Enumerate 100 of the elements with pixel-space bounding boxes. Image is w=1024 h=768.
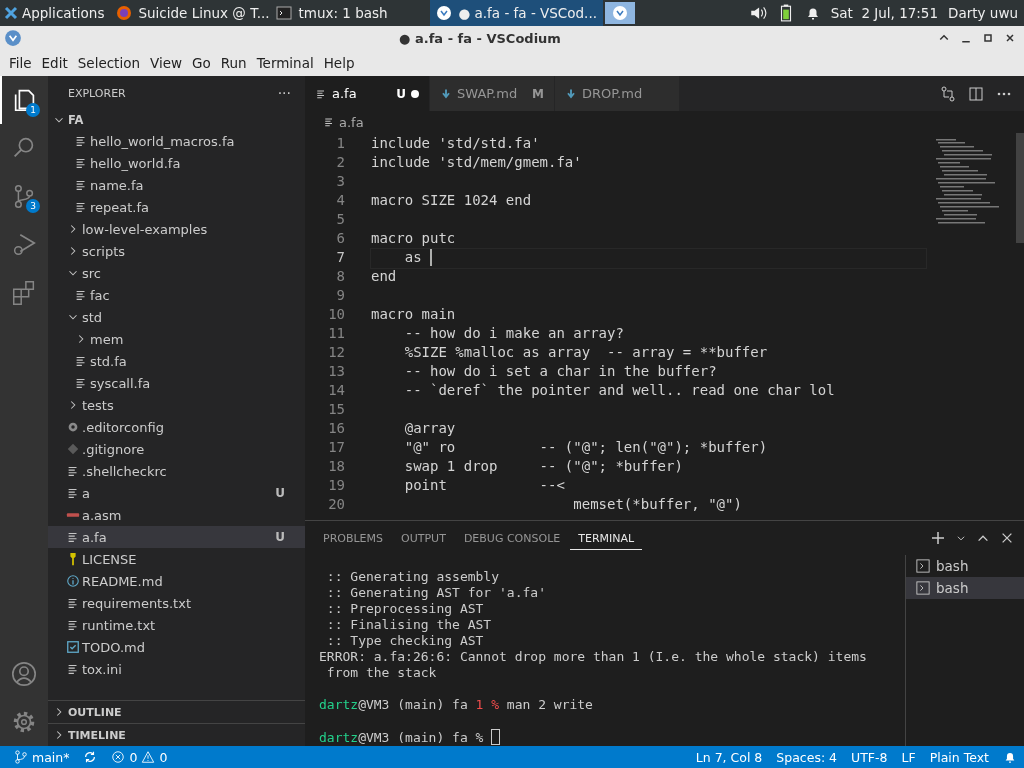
file-tree-item[interactable]: repeat.fa <box>48 196 305 218</box>
terminal-instance[interactable]: bash <box>906 577 1024 599</box>
file-tree-item[interactable]: README.md <box>48 570 305 592</box>
account-icon[interactable] <box>10 660 38 688</box>
more-actions-button[interactable]: ··· <box>277 85 291 101</box>
file-tree-item[interactable]: requirements.txt <box>48 592 305 614</box>
download-arrow-icon <box>565 87 577 100</box>
terminal-line: from the stack <box>325 665 437 680</box>
breadcrumb[interactable]: a.fa <box>339 114 364 130</box>
editor-tab[interactable]: SWAP.md M <box>430 76 555 111</box>
code-line: -- `deref` the pointer and well.. read one char lol <box>403 382 835 400</box>
file-tree-item[interactable]: hello_world.fa <box>48 152 305 174</box>
file-tree-item[interactable]: a.fa U <box>48 526 305 548</box>
code-line: %SIZE %malloc as array -- array = **buffer <box>403 344 768 362</box>
line-number: 6 <box>335 230 346 248</box>
editor-tab[interactable]: DROP.md <box>555 76 680 111</box>
file-tree-item[interactable]: low-level-examples <box>48 218 305 240</box>
code-line: memset(*buffer, "@") <box>572 496 742 514</box>
panel-tab[interactable]: OUTPUT <box>393 526 454 550</box>
file-tree-item[interactable]: syscall.fa <box>48 372 305 394</box>
line-number: 5 <box>335 211 346 229</box>
compare-icon[interactable] <box>940 85 956 102</box>
code-line: macro SIZE 1024 end <box>371 192 532 210</box>
taskbar-window[interactable]: ● a.fa - fa - VSCod... <box>430 0 603 26</box>
taskbar-window[interactable]: Suicide Linux @ T... <box>110 0 271 26</box>
lines-icon <box>66 596 80 610</box>
lines-icon <box>66 464 80 478</box>
branch-indicator[interactable]: main* <box>0 749 77 765</box>
file-tree-item[interactable]: a U <box>48 482 305 504</box>
terminal-line: :: Generating AST for 'a.fa' <box>325 585 546 600</box>
clock[interactable]: Sat 2 Jul, 17:51 <box>830 5 939 21</box>
applications-menu[interactable]: Applications <box>0 5 111 21</box>
file-tree-item[interactable]: mem <box>48 328 305 350</box>
section-header[interactable]: OUTLINE <box>48 700 305 723</box>
restore-icon[interactable] <box>982 32 994 44</box>
status-item[interactable]: UTF-8 <box>844 749 895 765</box>
status-item[interactable]: Ln 7, Col 8 <box>688 749 770 765</box>
plus-icon[interactable] <box>930 530 946 546</box>
terminal-line: dartz@VM3 (main) fa % <box>319 730 501 745</box>
line-number: 2 <box>335 154 346 172</box>
unsaved-dot <box>411 89 419 98</box>
user-name[interactable]: Darty uwu <box>948 5 1018 21</box>
file-tree-item[interactable]: src <box>48 262 305 284</box>
menu-item[interactable]: File <box>4 55 37 71</box>
close-icon[interactable] <box>1004 32 1016 44</box>
sync-icon[interactable] <box>83 750 98 764</box>
terminal-instance[interactable]: bash <box>906 555 1024 577</box>
status-item[interactable]: LF <box>894 749 923 765</box>
panel-tab[interactable]: TERMINAL <box>570 526 643 550</box>
lines-icon <box>323 116 335 128</box>
menu-item[interactable]: Selection <box>72 55 145 71</box>
file-tree-item[interactable]: std <box>48 306 305 328</box>
terminal-line: :: Type checking AST <box>325 633 484 648</box>
line-number: 4 <box>335 192 346 210</box>
problems-indicator[interactable]: 0 0 <box>104 749 175 765</box>
file-tree-item[interactable]: runtime.txt <box>48 614 305 636</box>
terminal-icon <box>276 5 293 21</box>
close-icon[interactable] <box>1000 531 1014 545</box>
file-tree-item[interactable]: TODO.md <box>48 636 305 658</box>
code-line: macro main <box>371 306 456 324</box>
panel-tab[interactable]: DEBUG CONSOLE <box>455 526 569 550</box>
chevron-down-icon[interactable] <box>956 533 966 543</box>
file-tree-item[interactable]: tests <box>48 394 305 416</box>
file-tree-item[interactable]: .gitignore <box>48 438 305 460</box>
volume-icon[interactable] <box>748 4 767 22</box>
terminal-icon <box>916 581 930 595</box>
file-tree-item[interactable]: .shellcheckrc <box>48 460 305 482</box>
taskbar-window[interactable]: tmux: 1 bash <box>270 0 431 26</box>
file-tree-item[interactable]: .editorconfig <box>48 416 305 438</box>
panel-tab[interactable]: PROBLEMS <box>315 526 392 550</box>
status-item[interactable]: Spaces: 4 <box>769 749 845 765</box>
count-badge: 3 <box>26 199 40 213</box>
menu-item[interactable]: Help <box>318 55 360 71</box>
sidebar-title: EXPLORER <box>68 86 126 100</box>
line-number: 13 <box>327 363 346 381</box>
file-tree-item[interactable]: fac <box>48 284 305 306</box>
lines-icon <box>74 134 88 148</box>
menu-item[interactable]: Edit <box>36 55 73 71</box>
file-tree-item[interactable]: a.asm <box>48 504 305 526</box>
menu-item[interactable]: View <box>144 55 187 71</box>
file-tree-item[interactable]: hello_world_macros.fa <box>48 130 305 152</box>
folder-header[interactable]: FA <box>48 110 305 130</box>
file-tree-item[interactable]: LICENSE <box>48 548 305 570</box>
file-tree-item[interactable]: std.fa <box>48 350 305 372</box>
editor-tab[interactable]: a.fa U <box>305 76 430 111</box>
terminal-icon <box>916 559 930 573</box>
lines-icon <box>66 530 80 544</box>
file-tree-item[interactable]: scripts <box>48 240 305 262</box>
menu-item[interactable]: Run <box>215 55 252 71</box>
code-line: swap 1 drop -- ("@"; *buffer) <box>403 458 683 476</box>
activity-bar-item[interactable]: 3 <box>0 172 48 220</box>
file-tree-item[interactable]: tox.ini <box>48 658 305 680</box>
status-item[interactable]: Plain Text <box>922 749 996 765</box>
lines-icon <box>315 87 327 100</box>
menu-item[interactable]: Terminal <box>251 55 319 71</box>
menu-item[interactable]: Go <box>187 55 216 71</box>
terminal-line: :: Finalising the AST <box>325 617 492 632</box>
text-cursor <box>430 249 432 266</box>
file-tree-item[interactable]: name.fa <box>48 174 305 196</box>
split-editor-icon[interactable] <box>968 85 984 102</box>
